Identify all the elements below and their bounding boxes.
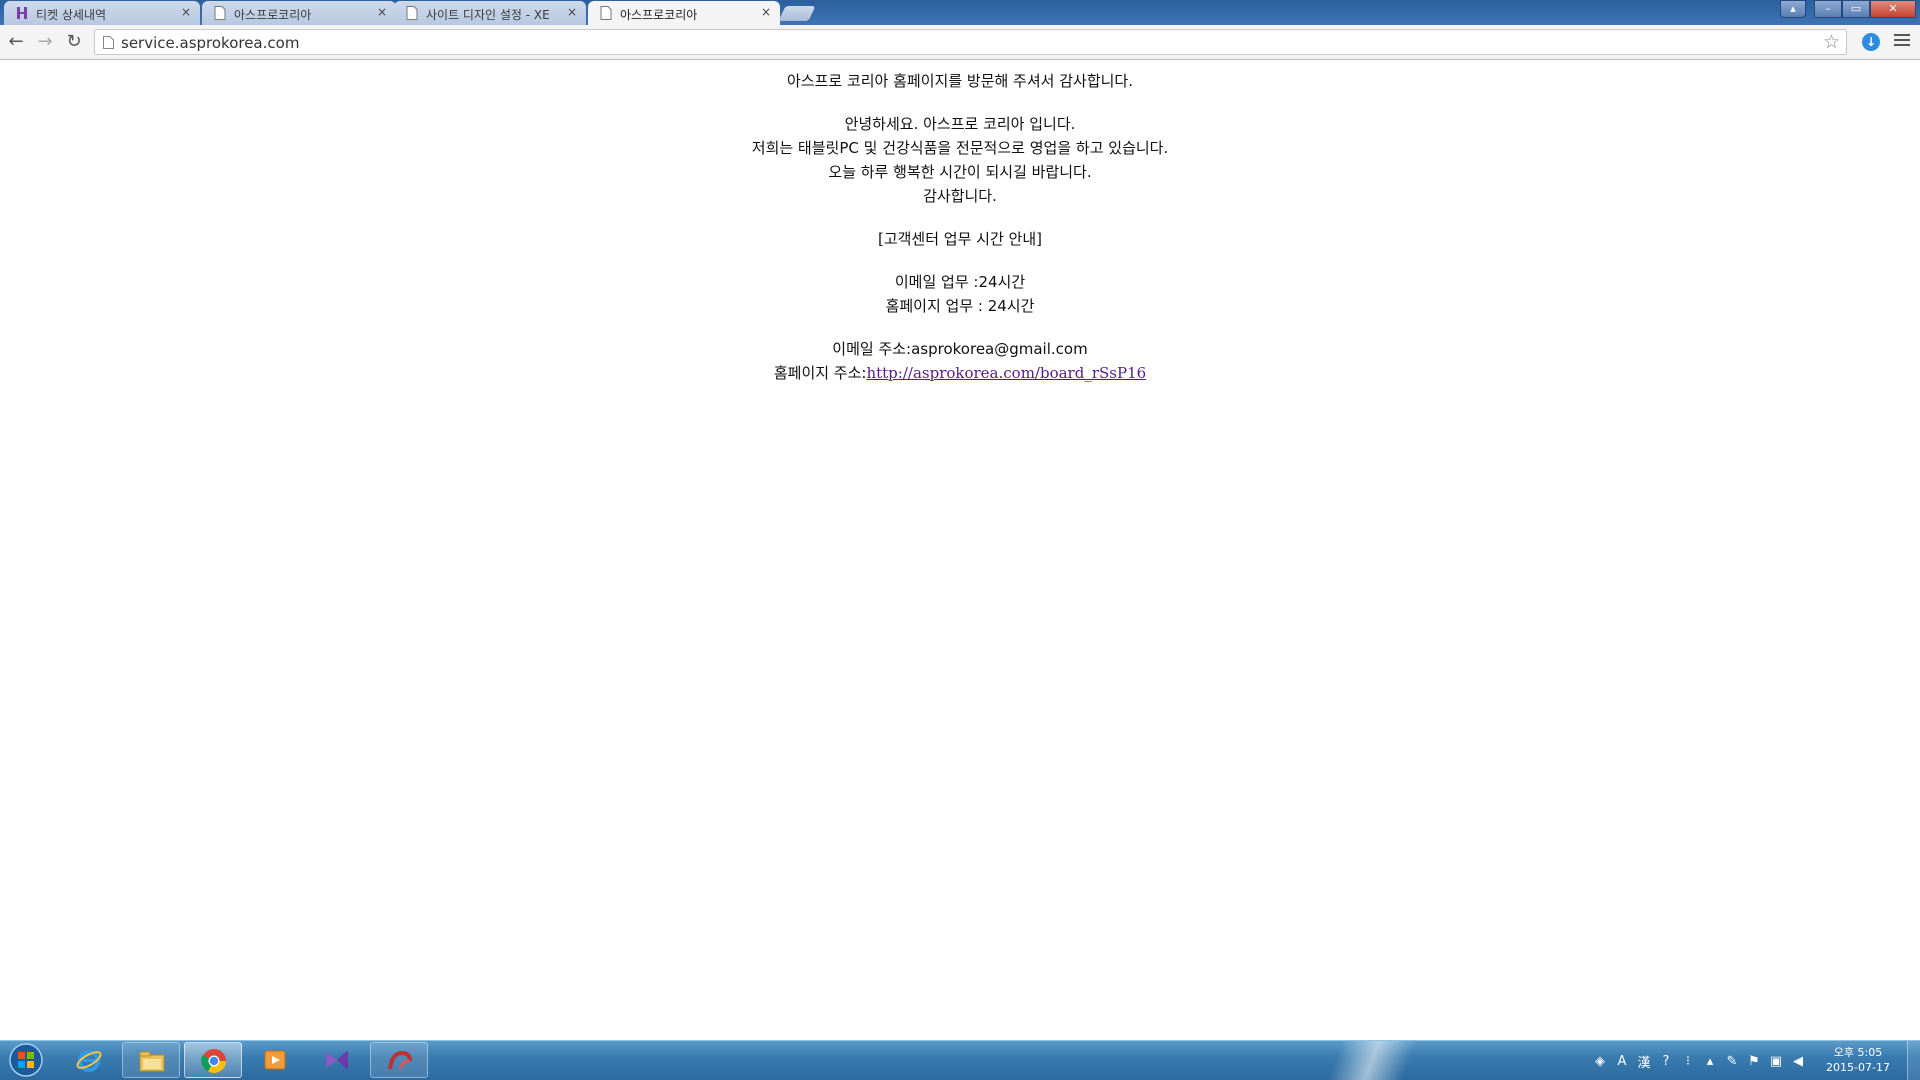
window-controls: ▴ – ▭ ✕ (1780, 0, 1916, 18)
close-icon[interactable]: × (565, 5, 579, 19)
greeting-line: 안녕하세요. 아스프로 코리아 입니다. (844, 115, 1076, 133)
tab-site-design-settings[interactable]: 사이트 디자인 설정 - XE × (394, 1, 586, 25)
welcome-text: 아스프로 코리아 홈페이지를 방문해 주셔서 감사합니다. (786, 72, 1133, 90)
notice-message: 아스프로 코리아 홈페이지를 방문해 주셔서 감사합니다. 안녕하세요. 아스프… (0, 61, 1920, 385)
hours-title: [고객센터 업무 시간 안내] (877, 230, 1042, 248)
menu-icon[interactable] (1894, 34, 1910, 48)
maximize-button[interactable]: ▭ (1842, 0, 1870, 18)
show-desktop-button[interactable] (1907, 1041, 1920, 1080)
chrome-icon (201, 1049, 226, 1074)
tab-label: 아스프로코리아 (620, 8, 698, 22)
browser-toolbar: ← → ↻ service.asprokorea.com ☆ ↓ (0, 25, 1920, 60)
bookmark-star-icon[interactable]: ☆ (1823, 31, 1840, 53)
taskbar-explorer[interactable] (122, 1042, 180, 1078)
hanja-icon[interactable]: 漢 (1636, 1052, 1652, 1071)
network-shield-icon[interactable]: ◈ (1592, 1054, 1608, 1069)
volume-icon[interactable]: ◀ (1790, 1054, 1806, 1069)
pen-icon[interactable]: ✎ (1724, 1054, 1740, 1069)
tab-label: 사이트 디자인 설정 - XE (426, 8, 550, 22)
page-content: 아스프로 코리아 홈페이지를 방문해 주셔서 감사합니다. 안녕하세요. 아스프… (0, 61, 1920, 1039)
help-icon[interactable]: ? (1658, 1054, 1674, 1069)
visual-studio-icon (326, 1050, 348, 1070)
system-tray: ◈ A 漢 ? ⁝ ▴ ✎ ⚑ ▣ ◀ (1592, 1049, 1806, 1073)
hours-line: 홈페이지 업무 : 24시간 (885, 297, 1035, 315)
minimize-button[interactable]: – (1814, 0, 1842, 18)
clock-date: 2015-07-17 (1826, 1061, 1890, 1074)
page-icon (214, 6, 226, 20)
page-icon (103, 36, 114, 49)
browser-window: 티켓 상세내역 × 아스프로코리아 × 사이트 디자인 설정 - XE × 아스… (0, 0, 1920, 1080)
internet-explorer-icon (76, 1050, 102, 1072)
homepage-label: 홈페이지 주소: (773, 364, 867, 382)
tab-asprokorea-active[interactable]: 아스프로코리아 × (588, 1, 780, 25)
taskbar-filezilla[interactable] (370, 1042, 428, 1078)
action-center-flag-icon[interactable]: ⚑ (1746, 1054, 1762, 1069)
network-icon[interactable]: ▣ (1768, 1054, 1784, 1069)
back-button[interactable]: ← (4, 31, 28, 53)
taskbar-visual-studio[interactable] (308, 1042, 366, 1078)
url-text[interactable]: service.asprokorea.com (121, 34, 299, 52)
profile-menu-button[interactable]: ▴ (1780, 0, 1806, 18)
reload-button[interactable]: ↻ (62, 31, 86, 53)
tab-asprokorea-1[interactable]: 아스프로코리아 × (202, 1, 396, 25)
show-hidden-icons-icon[interactable]: ▴ (1702, 1054, 1718, 1069)
close-window-button[interactable]: ✕ (1870, 0, 1916, 18)
ime-mode-icon[interactable]: A (1614, 1054, 1630, 1069)
file-explorer-icon (139, 1051, 165, 1072)
taskbar-chrome[interactable] (184, 1042, 242, 1078)
windows-taskbar: ◈ A 漢 ? ⁝ ▴ ✎ ⚑ ▣ ◀ 오후 5:05 2015-07-17 (0, 1040, 1920, 1080)
download-extension-icon[interactable]: ↓ (1862, 33, 1880, 51)
media-player-icon (264, 1050, 286, 1070)
homepage-link[interactable]: http://asprokorea.com/board_rSsP16 (866, 364, 1146, 382)
close-icon[interactable]: × (759, 5, 773, 19)
filezilla-icon (388, 1050, 412, 1070)
email-address-text: 이메일 주소:asprokorea@gmail.com (832, 340, 1088, 358)
page-icon (600, 6, 612, 20)
tab-label: 티켓 상세내역 (36, 8, 107, 22)
greeting-line: 저희는 태블릿PC 및 건강식품을 전문적으로 영업을 하고 있습니다. (751, 139, 1169, 157)
greeting-line: 오늘 하루 행복한 시간이 되시길 바랍니다. (828, 163, 1092, 181)
clock-time: 오후 5:05 (1833, 1046, 1883, 1059)
taskbar-media-player[interactable] (246, 1042, 304, 1078)
address-bar[interactable]: service.asprokorea.com ☆ (94, 29, 1847, 55)
hiworks-logo-icon (17, 7, 27, 19)
forward-button[interactable]: → (33, 31, 57, 53)
start-button-icon[interactable] (4, 1042, 48, 1078)
tab-strip: 티켓 상세내역 × 아스프로코리아 × 사이트 디자인 설정 - XE × 아스… (0, 0, 1920, 25)
taskbar-ie[interactable] (60, 1042, 118, 1078)
close-icon[interactable]: × (375, 5, 389, 19)
tab-ticket-detail[interactable]: 티켓 상세내역 × (4, 1, 200, 25)
tab-label: 아스프로코리아 (234, 8, 312, 22)
page-icon (406, 6, 418, 20)
new-tab-button[interactable] (778, 6, 816, 21)
close-icon[interactable]: × (179, 5, 193, 19)
hours-line: 이메일 업무 :24시간 (894, 273, 1026, 291)
homepage-address-line: 홈페이지 주소:http://asprokorea.com/board_rSsP… (0, 361, 1920, 385)
ime-options-icon[interactable]: ⁝ (1680, 1054, 1696, 1069)
greeting-line: 감사합니다. (923, 187, 997, 205)
system-clock[interactable]: 오후 5:05 2015-07-17 (1822, 1045, 1894, 1075)
